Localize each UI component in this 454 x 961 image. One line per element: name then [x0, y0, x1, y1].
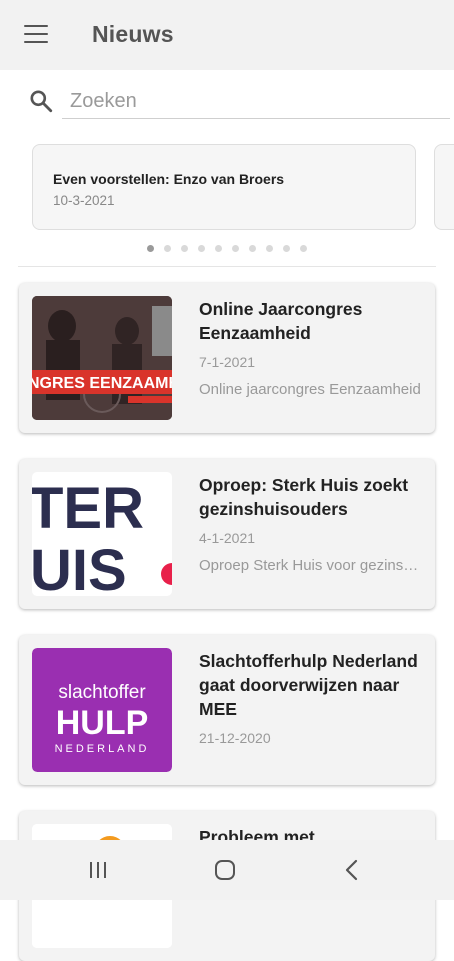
news-card[interactable]: TER UIS Oproep: Sterk Huis zoekt gezinsh… — [19, 459, 435, 609]
news-thumbnail: TER UIS — [32, 472, 172, 596]
news-date: 21-12-2020 — [199, 730, 271, 746]
thumb-text: NEDERLAND — [55, 743, 150, 755]
thumb-text: HULP — [56, 704, 149, 742]
carousel-dot[interactable] — [249, 245, 256, 252]
thumb-text: TER — [32, 476, 144, 541]
app-bar: Nieuws — [0, 0, 454, 70]
carousel-dot[interactable] — [181, 245, 188, 252]
news-title: Slachtofferhulp Nederland gaat doorverwi… — [199, 651, 418, 719]
home-icon[interactable] — [205, 855, 245, 885]
news-text: Slachtofferhulp Nederland gaat doorverwi… — [199, 649, 423, 771]
search-bar — [0, 72, 454, 132]
news-date: 4-1-2021 — [199, 530, 256, 546]
carousel-dot[interactable] — [300, 245, 307, 252]
search-input[interactable] — [62, 84, 450, 119]
recent-apps-icon[interactable] — [78, 855, 118, 885]
carousel-dot[interactable] — [215, 245, 222, 252]
slide-title: Even voorstellen: Enzo van Broers — [53, 171, 285, 187]
page-title: Nieuws — [92, 21, 174, 47]
news-title: Oproep: Sterk Huis zoekt gezinshuisouder… — [199, 475, 409, 519]
carousel-dot[interactable] — [147, 245, 154, 252]
thumb-text: UIS — [32, 538, 127, 596]
news-excerpt: Online jaarcongres Eenzaamheid — [199, 381, 421, 398]
news-excerpt: Oproep Sterk Huis voor gezinshuisouders — [199, 557, 423, 574]
news-date: 7-1-2021 — [199, 354, 256, 370]
carousel-dot[interactable] — [266, 245, 273, 252]
back-icon[interactable] — [332, 855, 372, 885]
menu-icon[interactable] — [24, 25, 48, 43]
news-card[interactable]: NGRES EENZAAMHEID Online Jaarcongres Een… — [19, 283, 435, 433]
news-card[interactable]: slachtoffer HULP NEDERLAND Slachtofferhu… — [19, 635, 435, 785]
news-title: Online Jaarcongres Eenzaamheid — [199, 299, 363, 343]
system-nav-bar — [0, 840, 454, 900]
carousel-dot[interactable] — [164, 245, 171, 252]
carousel-slide-next[interactable] — [434, 144, 454, 230]
featured-carousel[interactable]: Even voorstellen: Enzo van Broers 10-3-2… — [0, 144, 454, 268]
carousel-slide[interactable]: Even voorstellen: Enzo van Broers 10-3-2… — [32, 144, 416, 230]
divider — [18, 266, 436, 267]
carousel-dot[interactable] — [198, 245, 205, 252]
thumb-text: slachtoffer — [58, 682, 146, 703]
news-text: Online Jaarcongres Eenzaamheid 7-1-2021 … — [199, 297, 423, 419]
news-thumbnail: slachtoffer HULP NEDERLAND — [32, 648, 172, 772]
carousel-dot[interactable] — [232, 245, 239, 252]
thumb-text: NGRES EENZAAMHEID — [32, 375, 172, 392]
carousel-dots — [0, 245, 454, 252]
news-text: Oproep: Sterk Huis zoekt gezinshuisouder… — [199, 473, 423, 595]
news-thumbnail: NGRES EENZAAMHEID — [32, 296, 172, 420]
carousel-dot[interactable] — [283, 245, 290, 252]
slide-date: 10-3-2021 — [53, 193, 115, 208]
search-icon[interactable] — [28, 88, 54, 114]
